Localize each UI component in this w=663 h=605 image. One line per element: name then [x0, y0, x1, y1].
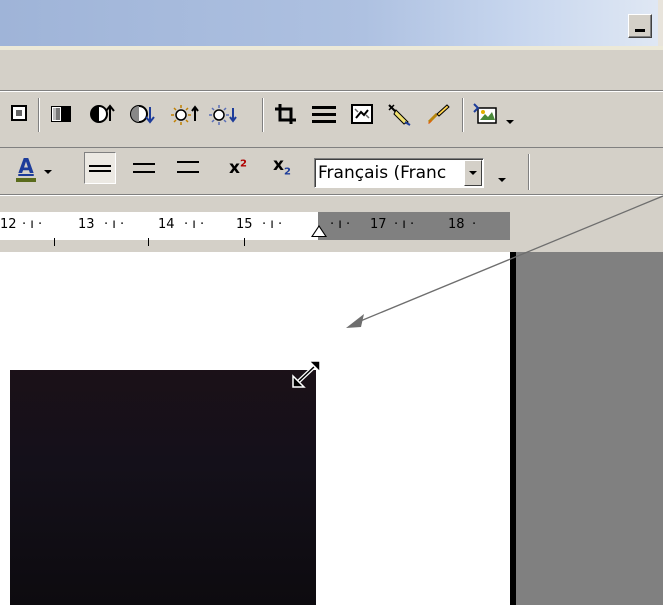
formatting-toolbar: A x2 x2 Français (Franc	[0, 148, 663, 196]
ruler-right-margin: · ı · 17 · ı · 18 ·	[318, 212, 510, 240]
document-background	[516, 252, 663, 605]
language-value: Français (Franc	[318, 163, 447, 183]
subscript-button[interactable]: x2	[266, 150, 298, 182]
ruler-label: 17	[370, 217, 387, 232]
language-dropdown-button[interactable]	[464, 160, 482, 186]
more-brightness-icon[interactable]	[168, 98, 200, 130]
toolbar-end-separator	[528, 154, 530, 190]
double-spacing-button[interactable]	[172, 152, 204, 184]
subscript-icon: x2	[273, 155, 291, 177]
picture-cut-icon[interactable]	[4, 98, 36, 130]
font-color-swatch	[16, 177, 36, 182]
ruler-tab-tick	[148, 238, 149, 246]
ruler-tab-tick	[244, 238, 245, 246]
line-style-icon[interactable]	[308, 98, 340, 130]
title-bar	[0, 0, 663, 46]
set-transparent-color-icon[interactable]	[384, 98, 416, 130]
font-color-button[interactable]: A	[10, 152, 42, 184]
color-mode-icon[interactable]	[46, 98, 78, 130]
horizontal-ruler[interactable]: 12 · ı · 13 · ı · 14 · ı · 15 · ı · · ı …	[0, 212, 510, 240]
insert-picture-icon[interactable]	[470, 98, 502, 130]
font-color-icon: A	[18, 153, 34, 178]
font-color-dropdown-icon[interactable]	[44, 170, 52, 174]
superscript-icon: x2	[229, 158, 247, 178]
minimize-button[interactable]	[628, 14, 652, 38]
right-indent-marker-icon[interactable]	[311, 225, 327, 237]
subscript-mark: 2	[284, 166, 291, 178]
ruler-dots: · ı ·	[184, 217, 205, 232]
superscript-button[interactable]: x2	[222, 152, 254, 184]
selected-picture[interactable]	[10, 370, 316, 605]
ruler-tab-tick	[54, 238, 55, 246]
toolbar-options-icon[interactable]	[498, 178, 506, 182]
ruler-label: 13	[78, 217, 95, 232]
minimize-icon	[635, 29, 645, 32]
superscript-mark: 2	[240, 158, 247, 170]
toolbar-separator	[462, 98, 464, 132]
single-spacing-button[interactable]	[84, 152, 116, 184]
ruler-label: 14	[158, 217, 175, 232]
less-brightness-icon[interactable]	[206, 98, 238, 130]
compress-pictures-icon[interactable]	[346, 98, 378, 130]
ruler-dots: ·	[472, 217, 477, 232]
ruler-label: 15	[236, 217, 253, 232]
superscript-base: x	[229, 158, 240, 178]
more-contrast-icon[interactable]	[86, 98, 118, 130]
ruler-dots: · ı ·	[262, 217, 283, 232]
picture-toolbar	[0, 92, 663, 148]
ruler-dots: · ı ·	[22, 217, 43, 232]
language-select[interactable]: Français (Franc	[314, 158, 484, 188]
toolbar-separator	[262, 98, 264, 132]
spacing-1-5-button[interactable]	[128, 152, 160, 184]
crop-icon[interactable]	[270, 98, 302, 130]
menu-bar	[0, 50, 663, 90]
ruler-dots: · ı ·	[104, 217, 125, 232]
toolbar-separator	[38, 98, 40, 132]
subscript-base: x	[273, 154, 284, 175]
format-picture-icon[interactable]	[422, 98, 454, 130]
ruler-label: 12	[0, 217, 17, 232]
less-contrast-icon[interactable]	[126, 98, 158, 130]
window-edge	[658, 0, 663, 46]
insert-picture-dropdown-icon[interactable]	[506, 120, 514, 124]
resize-diagonal-icon[interactable]	[289, 359, 323, 389]
ruler-label: 18	[448, 217, 465, 232]
ruler-dots: · ı ·	[394, 217, 415, 232]
ruler-dots: · ı ·	[330, 217, 351, 232]
